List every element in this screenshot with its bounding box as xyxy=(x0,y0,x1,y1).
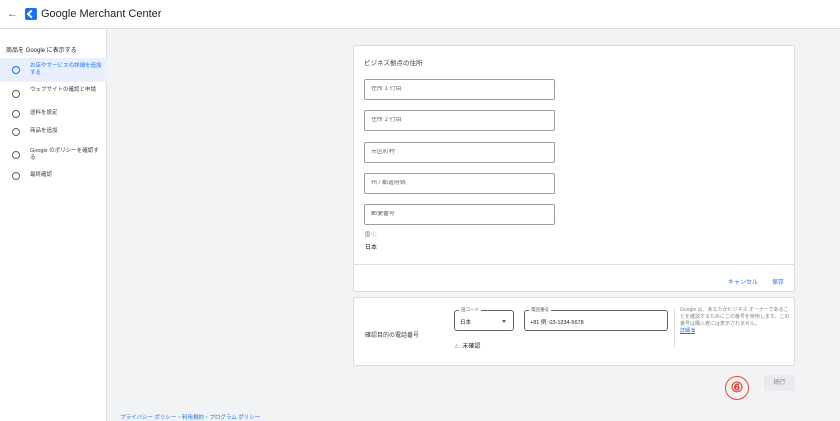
footer-links[interactable]: プライバシー ポリシー・利用規約・プログラム ポリシー xyxy=(120,413,260,421)
address-line2-input[interactable] xyxy=(371,117,541,123)
address-card-title: ビジネス拠点の住所 xyxy=(364,60,423,67)
postal-code-field[interactable] xyxy=(364,204,555,225)
vertical-divider xyxy=(674,308,675,348)
country-value: 日本 xyxy=(365,245,378,251)
warning-icon: ⚠ xyxy=(454,344,460,350)
sidebar-step-business-details[interactable]: お店やサービスの詳細を追加する xyxy=(0,58,107,82)
top-bar: ← Google Merchant Center xyxy=(0,0,840,29)
continue-button[interactable]: 続行 xyxy=(764,375,795,391)
phone-help-text: Google は、あなたがビジネス オーナーであることを確認するためにこの番号を… xyxy=(680,307,790,335)
address-line2-field[interactable] xyxy=(364,110,555,131)
address-line1-input[interactable] xyxy=(371,86,541,92)
sidebar: 商品を Google に表示する お店やサービスの詳細を追加する ウェブサイトの… xyxy=(0,29,107,421)
country-label: 国 ⓘ xyxy=(365,232,377,238)
verification-status: ⚠ 未確認 xyxy=(454,341,480,350)
city-input[interactable] xyxy=(371,149,541,155)
sidebar-step-label: Google のポリシーを確認する xyxy=(30,148,99,161)
merchant-center-logo-icon xyxy=(25,8,37,20)
sidebar-step-policies[interactable]: Google のポリシーを確認する xyxy=(0,144,107,166)
sidebar-heading: 商品を Google に表示する xyxy=(6,48,77,54)
postal-code-input[interactable] xyxy=(371,211,541,217)
country-code-value: 日本 xyxy=(460,320,472,326)
phone-verification-card: 確認目的の電話番号 国コード 日本 電話番号 +81 例: 03-1234-56… xyxy=(353,297,795,366)
cancel-button[interactable]: キャンセル xyxy=(728,277,758,286)
sidebar-step-label: ウェブサイトの確認と申請 xyxy=(30,87,97,93)
phone-number-field[interactable]: 電話番号 +81 例: 03-1234-5678 xyxy=(524,307,668,331)
radio-icon xyxy=(12,90,20,98)
phone-number-value[interactable]: +81 例: 03-1234-5678 xyxy=(530,318,584,326)
chevron-down-icon xyxy=(502,320,506,323)
step-number-badge: ⑥ xyxy=(725,376,749,400)
radio-icon xyxy=(12,151,20,159)
business-address-card: ビジネス拠点の住所 国 ⓘ 日本 キャンセル 保存 xyxy=(353,45,795,292)
sidebar-step-label: お店やサービスの詳細を追加する xyxy=(30,63,102,76)
app-title: Google Merchant Center xyxy=(41,8,162,20)
save-button[interactable]: 保存 xyxy=(772,277,784,286)
radio-icon xyxy=(12,66,20,74)
sidebar-step-products[interactable]: 商品を追加 xyxy=(0,125,107,139)
phone-help-body: Google は、あなたがビジネス オーナーであることを確認するためにこの番号を… xyxy=(680,307,790,327)
state-input[interactable] xyxy=(371,180,541,186)
country-code-legend: 国コード xyxy=(459,307,481,313)
radio-icon xyxy=(12,128,20,136)
sidebar-step-label: 最終確認 xyxy=(30,172,53,178)
radio-icon xyxy=(12,172,20,180)
back-arrow-icon[interactable]: ← xyxy=(7,8,18,20)
learn-more-link[interactable]: 詳細 ⧉ xyxy=(680,328,695,334)
city-field[interactable] xyxy=(364,142,555,163)
sidebar-step-final-review[interactable]: 最終確認 xyxy=(0,169,107,183)
sidebar-step-website[interactable]: ウェブサイトの確認と申請 xyxy=(0,83,107,105)
state-field[interactable] xyxy=(364,173,555,194)
radio-icon xyxy=(12,110,20,118)
card-divider xyxy=(354,264,795,265)
verification-status-text: 未確認 xyxy=(462,344,481,350)
address-line1-field[interactable] xyxy=(364,79,555,100)
sidebar-step-label: 送料を設定 xyxy=(30,110,58,116)
country-code-select[interactable]: 国コード 日本 xyxy=(454,307,514,331)
sidebar-step-label: 商品を追加 xyxy=(30,128,58,134)
phone-card-label: 確認目的の電話番号 xyxy=(365,333,420,339)
sidebar-step-shipping[interactable]: 送料を設定 xyxy=(0,107,107,121)
phone-number-legend: 電話番号 xyxy=(529,307,551,313)
